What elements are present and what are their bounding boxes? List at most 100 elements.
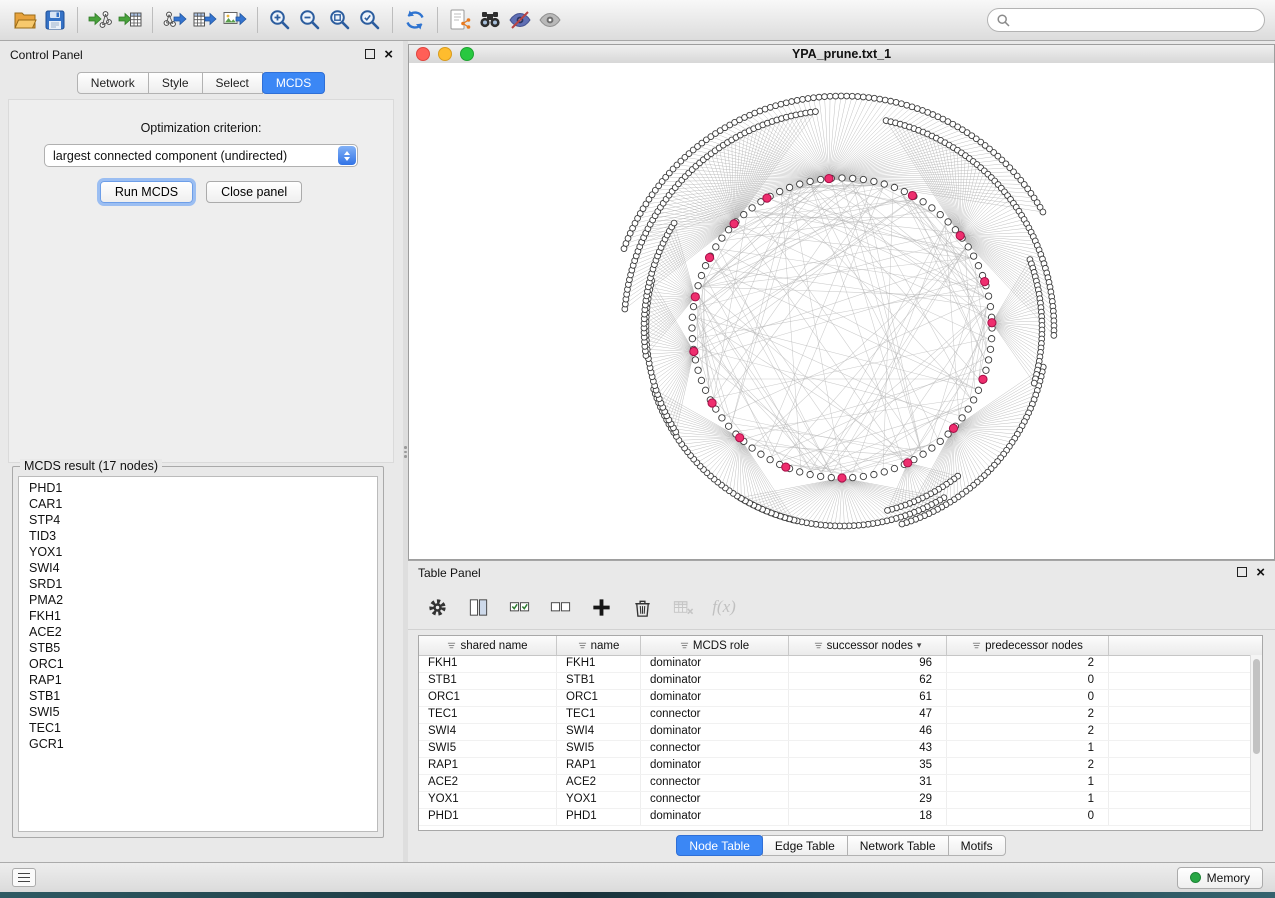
zoom-out-icon[interactable] <box>295 5 325 35</box>
column-header-shared-name[interactable]: shared name <box>419 636 557 655</box>
table-cell: 62 <box>789 673 947 689</box>
column-header-predecessor-nodes[interactable]: predecessor nodes <box>947 636 1109 655</box>
zoom-fit-icon[interactable] <box>325 5 355 35</box>
mcds-result-item[interactable]: GCR1 <box>19 736 377 752</box>
zoom-selected-icon[interactable] <box>355 5 385 35</box>
save-session-icon[interactable] <box>40 5 70 35</box>
apply-layout-icon[interactable] <box>400 5 430 35</box>
open-folder-icon[interactable] <box>10 5 40 35</box>
mcds-node <box>979 375 987 383</box>
table-row[interactable]: FKH1FKH1dominator962 <box>419 656 1262 673</box>
window-close-button[interactable] <box>416 47 430 61</box>
mcds-result-item[interactable]: PHD1 <box>19 480 377 496</box>
show-columns-icon[interactable] <box>465 594 491 620</box>
column-header-successor-nodes[interactable]: successor nodes▾ <box>789 636 947 655</box>
float-table-panel-icon[interactable] <box>1237 566 1247 580</box>
table-cell: YOX1 <box>557 792 641 808</box>
table-cell: TEC1 <box>557 707 641 723</box>
table-row[interactable]: YOX1YOX1connector291 <box>419 792 1262 809</box>
hide-graphics-details-icon[interactable] <box>505 5 535 35</box>
run-mcds-button[interactable]: Run MCDS <box>100 181 193 203</box>
export-network-icon[interactable] <box>160 5 190 35</box>
dropdown-stepper-icon <box>338 146 356 165</box>
tab-style[interactable]: Style <box>148 72 203 94</box>
table-cell: SWI5 <box>557 741 641 757</box>
table-row[interactable]: SWI5SWI5connector431 <box>419 741 1262 758</box>
mcds-result-item[interactable]: YOX1 <box>19 544 377 560</box>
optimization-criterion-select[interactable]: largest connected component (undirected) <box>44 144 358 167</box>
column-header-name[interactable]: name <box>557 636 641 655</box>
table-row[interactable]: ACE2ACE2connector311 <box>419 775 1262 792</box>
mcds-result-item[interactable]: STB1 <box>19 688 377 704</box>
tab-network-table[interactable]: Network Table <box>847 835 949 856</box>
table-cell: 2 <box>947 707 1109 723</box>
tab-mcds[interactable]: MCDS <box>262 72 325 94</box>
first-neighbors-icon[interactable] <box>475 5 505 35</box>
table-options-gear-icon[interactable] <box>424 594 450 620</box>
table-cell: 96 <box>789 656 947 672</box>
zoom-in-icon[interactable] <box>265 5 295 35</box>
mcds-result-list[interactable]: PHD1CAR1STP4TID3YOX1SWI4SRD1PMA2FKH1ACE2… <box>18 476 378 832</box>
table-cell: 2 <box>947 758 1109 774</box>
mcds-result-item[interactable]: SRD1 <box>19 576 377 592</box>
show-graphics-details-icon[interactable] <box>535 5 565 35</box>
task-history-button[interactable] <box>12 868 36 887</box>
delete-columns-icon[interactable] <box>629 594 655 620</box>
tab-motifs[interactable]: Motifs <box>948 835 1006 856</box>
float-panel-icon[interactable] <box>365 48 375 62</box>
network-graph[interactable] <box>409 63 1274 559</box>
search-icon <box>997 14 1010 27</box>
table-cell: connector <box>641 792 789 808</box>
table-cell: PHD1 <box>557 809 641 825</box>
network-canvas[interactable] <box>409 63 1274 559</box>
tab-select[interactable]: Select <box>202 72 263 94</box>
table-row[interactable]: RAP1RAP1dominator352 <box>419 758 1262 775</box>
table-vertical-scrollbar[interactable] <box>1250 655 1262 830</box>
mcds-result-item[interactable]: STP4 <box>19 512 377 528</box>
window-zoom-button[interactable] <box>460 47 474 61</box>
table-row[interactable]: ORC1ORC1dominator610 <box>419 690 1262 707</box>
mcds-result-item[interactable]: SWI5 <box>19 704 377 720</box>
mcds-node <box>736 434 744 442</box>
mcds-result-item[interactable]: RAP1 <box>19 672 377 688</box>
mcds-result-item[interactable]: TEC1 <box>19 720 377 736</box>
control-panel-header: Control Panel × <box>0 41 403 69</box>
window-minimize-button[interactable] <box>438 47 452 61</box>
export-table-icon[interactable] <box>190 5 220 35</box>
table-row[interactable]: SWI4SWI4dominator462 <box>419 724 1262 741</box>
delete-table-icon <box>670 594 696 620</box>
mcds-result-item[interactable]: CAR1 <box>19 496 377 512</box>
mcds-result-item[interactable]: FKH1 <box>19 608 377 624</box>
mcds-result-item[interactable]: TID3 <box>19 528 377 544</box>
mcds-result-item[interactable]: ACE2 <box>19 624 377 640</box>
table-row[interactable]: TEC1TEC1connector472 <box>419 707 1262 724</box>
tab-edge-table[interactable]: Edge Table <box>762 835 848 856</box>
right-pane: YPA_prune.txt_1 Table Panel × f(x) sha <box>408 41 1275 862</box>
mcds-result-item[interactable]: PMA2 <box>19 592 377 608</box>
table-cell: FKH1 <box>419 656 557 672</box>
close-panel-icon[interactable]: × <box>384 49 393 61</box>
table-row[interactable]: STB1STB1dominator620 <box>419 673 1262 690</box>
mcds-result-item[interactable]: STB5 <box>19 640 377 656</box>
table-row[interactable]: PHD1PHD1dominator180 <box>419 809 1262 826</box>
search-box[interactable] <box>987 8 1265 32</box>
close-panel-button[interactable]: Close panel <box>206 181 302 203</box>
import-network-icon[interactable] <box>85 5 115 35</box>
mcds-result-item[interactable]: SWI4 <box>19 560 377 576</box>
table-cell: 29 <box>789 792 947 808</box>
create-column-icon[interactable] <box>588 594 614 620</box>
table-cell: connector <box>641 741 789 757</box>
deselect-all-icon[interactable] <box>547 594 573 620</box>
export-image-icon[interactable] <box>220 5 250 35</box>
search-input[interactable] <box>1015 12 1255 28</box>
scrollbar-thumb[interactable] <box>1253 659 1260 754</box>
export-page-icon[interactable] <box>445 5 475 35</box>
import-table-icon[interactable] <box>115 5 145 35</box>
tab-network[interactable]: Network <box>77 72 149 94</box>
column-header-MCDS-role[interactable]: MCDS role <box>641 636 789 655</box>
tab-node-table[interactable]: Node Table <box>676 835 763 856</box>
memory-button[interactable]: Memory <box>1177 867 1263 889</box>
close-table-panel-icon[interactable]: × <box>1256 567 1265 579</box>
select-all-icon[interactable] <box>506 594 532 620</box>
mcds-result-item[interactable]: ORC1 <box>19 656 377 672</box>
